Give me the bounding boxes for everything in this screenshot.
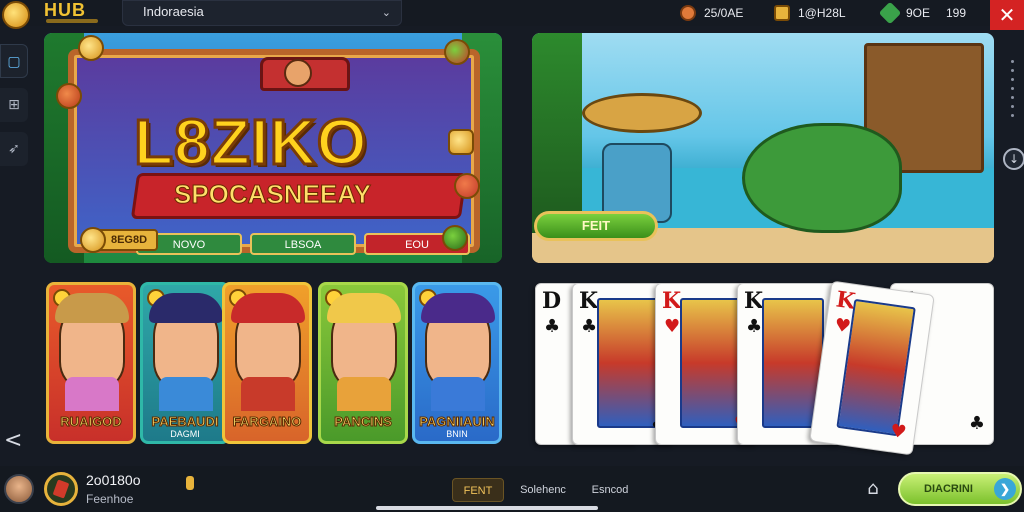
chest-icon (774, 5, 790, 21)
card-suit-icon: ♣ (746, 316, 763, 337)
character-body (431, 377, 485, 411)
scroll-indicator (1008, 60, 1016, 120)
currency-extra: 199 (946, 3, 966, 23)
balance-value: 2o0180o (86, 472, 141, 488)
mascot-face-icon (284, 59, 312, 87)
character-body (65, 377, 119, 411)
character-hair (55, 293, 129, 323)
logo-badge-icon (2, 1, 30, 29)
currency-gems[interactable]: 9OE (878, 1, 931, 25)
character-card[interactable]: FARGAINO (222, 282, 312, 444)
cta-button[interactable]: DIACRINI ❯ (898, 472, 1022, 506)
card-rank: D (542, 288, 562, 314)
character-card-sublabel: DAGMI (170, 429, 200, 439)
card-suit-icon: ♥ (664, 316, 681, 337)
country-select-value: Indoraesia (143, 4, 204, 19)
banner-button-2[interactable]: LBSOA (250, 233, 356, 255)
app-root: HUB Indoraesia ⌄ 25/0AE 1@H28L 9OE 199 ✕… (0, 0, 1024, 512)
currency-extra-value: 199 (946, 6, 967, 20)
gem-icon (878, 1, 902, 25)
court-card-art (680, 298, 742, 428)
gift-icon: ⊞ (8, 97, 20, 113)
level-badge-icon[interactable] (44, 472, 78, 506)
card-suit-icon: ♥ (888, 420, 908, 444)
character-card[interactable]: PAEBAUDI DAGMI (140, 282, 230, 444)
rail-home-button[interactable]: ▢ (0, 44, 28, 78)
logo-subline (46, 19, 98, 23)
promo-banner-left[interactable]: L8ZIKO SPOCASNEEAY NOVO LBSOA EOU 8EG8D (44, 33, 502, 263)
coin-icon (78, 35, 104, 61)
character-hair (149, 293, 223, 323)
home-icon[interactable]: ⌂ (862, 478, 884, 500)
straw-hat-icon (582, 93, 702, 133)
avatar[interactable] (4, 474, 34, 504)
coin-icon (680, 5, 696, 21)
rail-rocket-button[interactable]: ➶ (0, 132, 28, 166)
character-hair (421, 293, 495, 323)
gem-icon (448, 129, 474, 155)
character-card[interactable]: PANCINS (318, 282, 408, 444)
game-title: L8ZIKO (133, 105, 369, 180)
orb-icon (442, 225, 468, 251)
character-hair (327, 293, 401, 323)
close-button[interactable]: ✕ (990, 0, 1024, 30)
character-card-sublabel: BNIN (446, 429, 468, 439)
banner-button-row: NOVO LBSOA EOU (136, 233, 470, 255)
court-card-art (597, 298, 659, 428)
rocket-icon: ➶ (8, 141, 20, 157)
card-suit-icon: ♣ (581, 316, 598, 337)
coin-icon (186, 476, 194, 490)
fish-character-illustration (742, 123, 902, 233)
promo-banner-right[interactable]: FEIT (532, 33, 994, 263)
character-card-label: PAEBAUDI (151, 414, 219, 430)
rail-gift-button[interactable]: ⊞ (0, 88, 28, 122)
card-suit-icon: ♣ (544, 316, 561, 337)
scroll-down-button[interactable]: ↓ (1003, 148, 1024, 170)
home-icon: ▢ (7, 54, 21, 70)
back-arrow-icon[interactable]: < (4, 428, 22, 453)
logo-text: HUB (44, 0, 86, 20)
character-body (337, 377, 391, 411)
character-card-label: RUAIGOD (60, 414, 122, 430)
orb-icon (444, 39, 470, 65)
orb-icon (454, 173, 480, 199)
currency-gems-value: 9OE (906, 6, 931, 20)
left-rail: ▢ ⊞ ➶ (0, 34, 30, 184)
character-card[interactable]: RUAIGOD (46, 282, 136, 444)
tab-solehenc[interactable]: Solehenc (512, 478, 574, 502)
arrow-right-icon: ❯ (994, 478, 1016, 500)
character-card-label: FARGAINO (232, 414, 302, 430)
game-subtitle: SPOCASNEEAY (174, 179, 372, 210)
currency-chest[interactable]: 1@H28L (774, 3, 846, 23)
card-rank: K (662, 288, 682, 314)
coin-icon (80, 227, 106, 253)
currency-coins[interactable]: 25/0AE (680, 3, 743, 23)
card-suit-icon: ♣ (968, 413, 985, 434)
character-body (159, 377, 213, 411)
cta-button-label: DIACRINI (924, 483, 973, 495)
country-select[interactable]: Indoraesia ⌄ (122, 0, 402, 26)
card-rank: K (744, 288, 764, 314)
card-rank: K (579, 288, 599, 314)
character-card[interactable]: PAGNIIAUIN BNIN (412, 282, 502, 444)
character-card-label: PAGNIIAUIN (419, 414, 496, 430)
character-card-label: PANCINS (334, 414, 393, 430)
start-button[interactable]: FEIT (534, 211, 658, 241)
home-indicator (376, 506, 598, 510)
character-hair (231, 293, 305, 323)
chevron-down-icon: ⌄ (381, 6, 391, 19)
character-body (241, 377, 295, 411)
banner-frame: L8ZIKO SPOCASNEEAY NOVO LBSOA EOU (68, 49, 480, 255)
currency-chest-value: 1@H28L (798, 6, 846, 20)
tab-esncod[interactable]: Esncod (582, 478, 638, 502)
currency-coins-value: 25/0AE (704, 6, 744, 20)
tab-fent[interactable]: FENT (452, 478, 504, 502)
orb-icon (56, 83, 82, 109)
top-bar: HUB Indoraesia ⌄ 25/0AE 1@H28L 9OE 199 ✕ (0, 0, 1024, 30)
balance-label: Feenhoe (86, 492, 134, 506)
